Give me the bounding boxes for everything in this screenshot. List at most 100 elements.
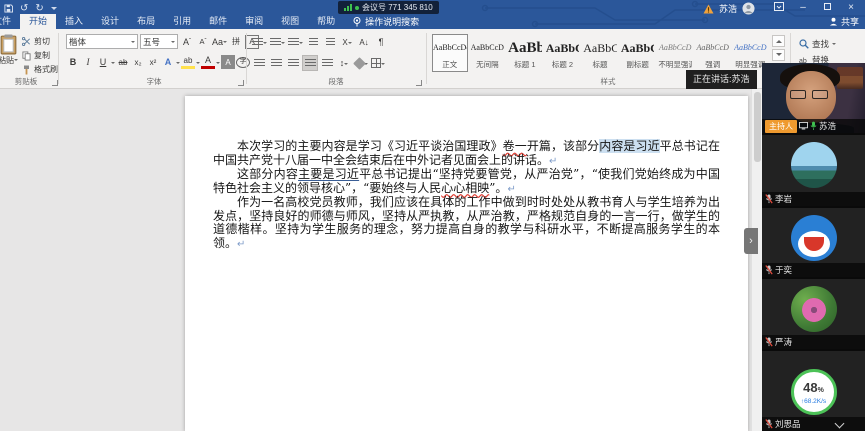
avatar[interactable] (742, 2, 755, 15)
style-card-7[interactable]: AaBbCcD强调 (695, 34, 731, 72)
tab-6[interactable]: 邮件 (200, 14, 236, 29)
document-area: 本次学习的主要内容是学习《习近平谈治国理政》卷一开篇，该部分内容是习近平总书记在… (0, 89, 762, 431)
font-color-caret[interactable] (216, 62, 220, 66)
bullets-button[interactable] (252, 35, 267, 49)
shrink-font-button[interactable]: Aˇ (196, 35, 210, 49)
undo-icon[interactable]: ↺ (20, 3, 28, 14)
participant-tile-bar: 刘思品 (762, 417, 865, 431)
superscript-button[interactable]: x² (146, 55, 160, 69)
redo-icon[interactable]: ↻ (35, 3, 43, 14)
align-center-button[interactable] (269, 56, 283, 70)
tab-7[interactable]: 审阅 (236, 14, 272, 29)
font-color-button[interactable]: A (201, 55, 215, 69)
highlight-color-button[interactable]: ab (181, 55, 195, 69)
tab-2[interactable]: 插入 (56, 14, 92, 29)
show-hide-marks-button[interactable]: ¶ (374, 35, 388, 49)
paragraph-2[interactable]: 作为一名高校党员教师，我们应该在具体的工作中做到时时处处从教书育人与学生培养为出… (213, 196, 720, 251)
line-spacing-button[interactable]: ↕ (337, 56, 351, 70)
close-button[interactable]: × (839, 2, 863, 13)
tab-0[interactable]: 文件 (0, 14, 20, 29)
font-size-combobox[interactable]: 五号 (140, 34, 178, 49)
font-dialog-launcher[interactable] (238, 80, 244, 86)
style-card-5[interactable]: AaBbC副标题 (620, 34, 656, 72)
numbering-button[interactable] (270, 35, 285, 49)
participant-tile-1[interactable]: 于奕 (762, 208, 865, 277)
meeting-id: 会议号 771 345 810 (362, 2, 433, 13)
bold-button[interactable]: B (66, 55, 80, 69)
participant-tile-0[interactable]: 李岩 (762, 135, 865, 206)
styles-scroll-down-button[interactable] (772, 49, 785, 61)
decrease-indent-button[interactable] (306, 35, 320, 49)
document-page[interactable]: 本次学习的主要内容是学习《习近平谈治国理政》卷一开篇，该部分内容是习近平总书记在… (185, 96, 748, 431)
align-right-button[interactable] (286, 56, 300, 70)
video-panel-expander[interactable]: › (744, 228, 758, 254)
tab-1[interactable]: 开始 (20, 14, 56, 29)
styles-gallery: AaBbCcDc正文AaBbCcDc无间隔AaBb(标题 1AaBbC标题 2A… (432, 34, 768, 72)
italic-button[interactable]: I (81, 55, 95, 69)
phonetic-guide-button[interactable]: 拼 (229, 35, 243, 49)
tab-4[interactable]: 布局 (128, 14, 164, 29)
scrollbar-thumb[interactable] (754, 92, 761, 162)
quick-access-toolbar: ↺ ↻ (4, 2, 57, 14)
text-effects-button[interactable]: A (161, 55, 175, 69)
shading-button[interactable] (354, 56, 368, 70)
participant-tile-2[interactable]: 严涛 (762, 279, 865, 349)
mic-muted-icon (765, 419, 773, 429)
meeting-id-badge[interactable]: 会议号 771 345 810 (338, 1, 439, 14)
tab-8[interactable]: 视图 (272, 14, 308, 29)
account-area[interactable]: 苏浩 (703, 2, 755, 15)
font-name-combobox[interactable]: 楷体 (66, 34, 138, 49)
share-button[interactable]: 共享 (829, 15, 859, 28)
sort-button[interactable]: A↓ (357, 35, 371, 49)
qat-customize-icon[interactable] (51, 7, 57, 13)
ribbon-display-options-icon[interactable] (767, 2, 791, 14)
tab-3[interactable]: 设计 (92, 14, 128, 29)
paragraph-dialog-launcher[interactable] (416, 80, 422, 86)
format-painter-button[interactable]: 格式刷 (22, 63, 58, 76)
underline-caret[interactable] (111, 62, 115, 66)
style-card-6[interactable]: AaBbCcD不明显强调 (657, 34, 693, 72)
change-case-button[interactable]: Aa (212, 35, 227, 49)
multilevel-list-button[interactable] (288, 35, 303, 49)
style-card-3[interactable]: AaBbC标题 2 (545, 34, 581, 72)
grow-font-button[interactable]: Aˆ (180, 35, 194, 49)
save-icon[interactable] (4, 4, 13, 13)
tab-9[interactable]: 帮助 (308, 14, 344, 29)
borders-button[interactable] (371, 56, 385, 70)
strikethrough-button[interactable]: ab (116, 55, 130, 69)
style-card-0[interactable]: AaBbCcDc正文 (432, 34, 468, 72)
main-video-tile[interactable]: 主持人 苏浩 (762, 63, 865, 133)
styles-scroll-up-button[interactable] (772, 35, 785, 47)
format-painter-icon (22, 65, 31, 75)
tell-me-search[interactable]: 操作说明搜索 (344, 14, 428, 29)
asian-layout-button[interactable]: X (340, 35, 354, 49)
participant-list: 李岩于奕严涛48%↑68.2K/s刘思品 (762, 135, 865, 431)
increase-indent-button[interactable] (323, 35, 337, 49)
paragraph-1[interactable]: 这部分内容主要是习近平总书记提出“坚持党要管党，从严治党”，“使我们党始终成为中… (213, 168, 720, 196)
subscript-button[interactable]: x₂ (131, 55, 145, 69)
find-button[interactable]: 查找 (799, 36, 836, 51)
main-tile-bar: 主持人 苏浩 (762, 119, 865, 133)
underline-button[interactable]: U (96, 55, 110, 69)
paste-button[interactable]: 粘贴 (0, 34, 22, 66)
cut-button[interactable]: 剪切 (22, 35, 58, 48)
tab-5[interactable]: 引用 (164, 14, 200, 29)
restore-button[interactable] (815, 2, 839, 13)
mic-muted-icon (765, 337, 773, 347)
style-card-2[interactable]: AaBb(标题 1 (507, 34, 543, 72)
style-card-4[interactable]: AaBbC标题 (582, 34, 618, 72)
text-effects-caret[interactable] (176, 62, 180, 66)
style-card-1[interactable]: AaBbCcDc无间隔 (470, 34, 506, 72)
paragraph-group-label: 段落 (248, 76, 424, 87)
justify-button[interactable] (303, 56, 317, 70)
character-shading-button[interactable]: A (221, 55, 235, 69)
participant-tile-3[interactable]: 48%↑68.2K/s刘思品 (762, 351, 865, 431)
copy-button[interactable]: 复制 (22, 49, 58, 62)
distribute-button[interactable] (320, 56, 334, 70)
minimize-button[interactable]: – (791, 2, 815, 13)
vertical-scrollbar[interactable] (751, 89, 762, 431)
paragraph-0[interactable]: 本次学习的主要内容是学习《习近平谈治国理政》卷一开篇，该部分内容是习近平总书记在… (213, 140, 720, 168)
highlight-caret[interactable] (196, 62, 200, 66)
document-text[interactable]: 本次学习的主要内容是学习《习近平谈治国理政》卷一开篇，该部分内容是习近平总书记在… (213, 140, 720, 251)
align-left-button[interactable] (252, 56, 266, 70)
